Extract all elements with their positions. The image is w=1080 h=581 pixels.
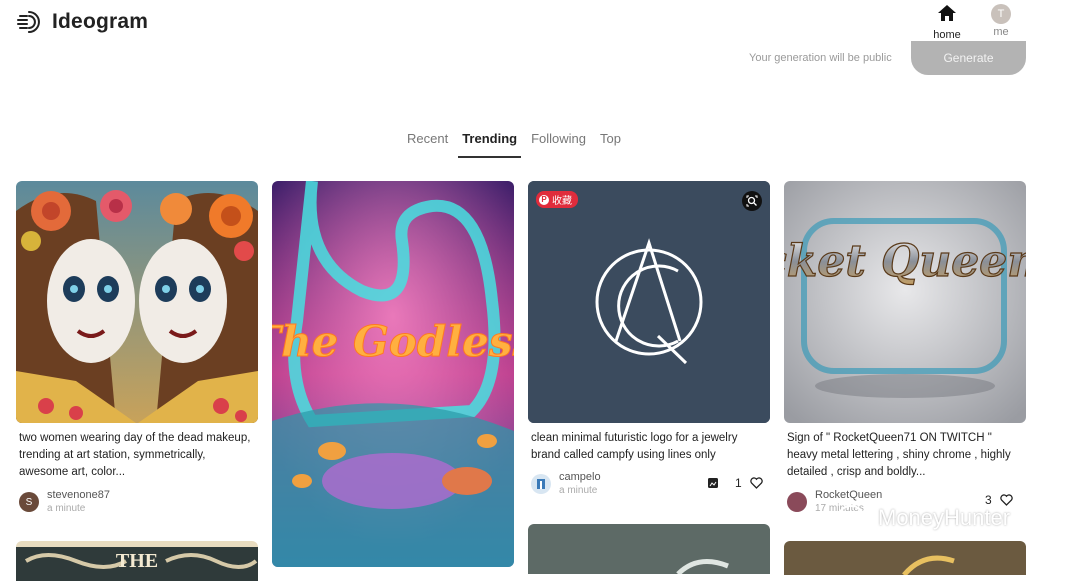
visual-search-button[interactable] <box>742 191 762 211</box>
nav-home[interactable]: home <box>925 4 969 41</box>
author-avatar <box>787 492 807 512</box>
watermark: MoneyHunter <box>838 504 1010 532</box>
brand-logo[interactable]: Ideogram <box>16 8 148 36</box>
nav-me[interactable]: T me <box>979 4 1023 38</box>
author-avatar: S <box>19 492 39 512</box>
author-name: RocketQueen <box>815 489 883 501</box>
card-author[interactable]: S stevenone87 a minute <box>19 489 110 515</box>
poster-artwork: THE <box>16 541 258 581</box>
card-caption[interactable]: two women wearing day of the dead makeup… <box>19 430 255 481</box>
card-caption[interactable]: Sign of " RocketQueen71 ON TWITCH " heav… <box>787 430 1023 481</box>
card-image-rocket-queen[interactable]: Rocket Queen 71 <box>784 181 1026 423</box>
public-generation-note: Your generation will be public <box>749 52 892 64</box>
feed-tabs: Recent Trending Following Top <box>400 130 628 158</box>
tab-following[interactable]: Following <box>524 130 593 158</box>
tab-trending[interactable]: Trending <box>455 130 524 158</box>
card-image-partial[interactable] <box>528 524 770 574</box>
pinterest-icon: P <box>539 194 549 205</box>
tab-recent[interactable]: Recent <box>400 130 455 158</box>
remix-icon[interactable] <box>707 477 719 489</box>
card-image-campfy-logo[interactable]: P 收藏 <box>528 181 770 423</box>
pinterest-save-badge[interactable]: P 收藏 <box>536 191 578 208</box>
neon-sign-artwork: The Godless <box>272 181 514 567</box>
author-name: stevenone87 <box>47 489 110 501</box>
neon-sign-text: The Godless <box>272 317 514 366</box>
like-count: 1 <box>735 476 742 490</box>
pin-label: 收藏 <box>552 196 572 207</box>
lens-icon <box>746 195 758 207</box>
minimal-logo-artwork <box>528 181 770 423</box>
post-time: a minute <box>47 503 86 514</box>
wechat-icon <box>838 505 871 530</box>
watermark-text: MoneyHunter <box>878 505 1011 530</box>
chrome-lettering-artwork: Rocket Queen 71 <box>784 181 1026 423</box>
author-name: campelo <box>559 471 601 483</box>
author-avatar <box>531 474 551 494</box>
campelo-logo-icon <box>537 479 545 489</box>
heart-icon[interactable] <box>749 477 763 489</box>
generate-button[interactable]: Generate <box>911 41 1026 75</box>
poster-title: THE <box>116 550 158 572</box>
card-caption[interactable]: clean minimal futuristic logo for a jewe… <box>531 430 767 464</box>
day-of-dead-artwork <box>16 181 258 423</box>
nav-home-label: home <box>933 29 961 41</box>
partial-artwork <box>528 524 770 574</box>
card-stats: 1 <box>707 476 763 490</box>
post-time: a minute <box>559 485 598 496</box>
tab-top[interactable]: Top <box>593 130 628 158</box>
card-image-the-poster[interactable]: THE <box>16 541 258 581</box>
card-image-day-of-dead[interactable] <box>16 181 258 423</box>
card-image-the-godless[interactable]: The Godless <box>272 181 514 567</box>
home-icon <box>938 5 956 21</box>
ideogram-logo-icon <box>17 11 40 34</box>
card-author[interactable]: campelo a minute <box>531 471 601 497</box>
nav-me-label: me <box>993 26 1009 38</box>
brand-name: Ideogram <box>52 10 149 33</box>
user-avatar: T <box>991 4 1011 24</box>
artwork-lettering: Rocket Queen 71 <box>784 236 1026 287</box>
